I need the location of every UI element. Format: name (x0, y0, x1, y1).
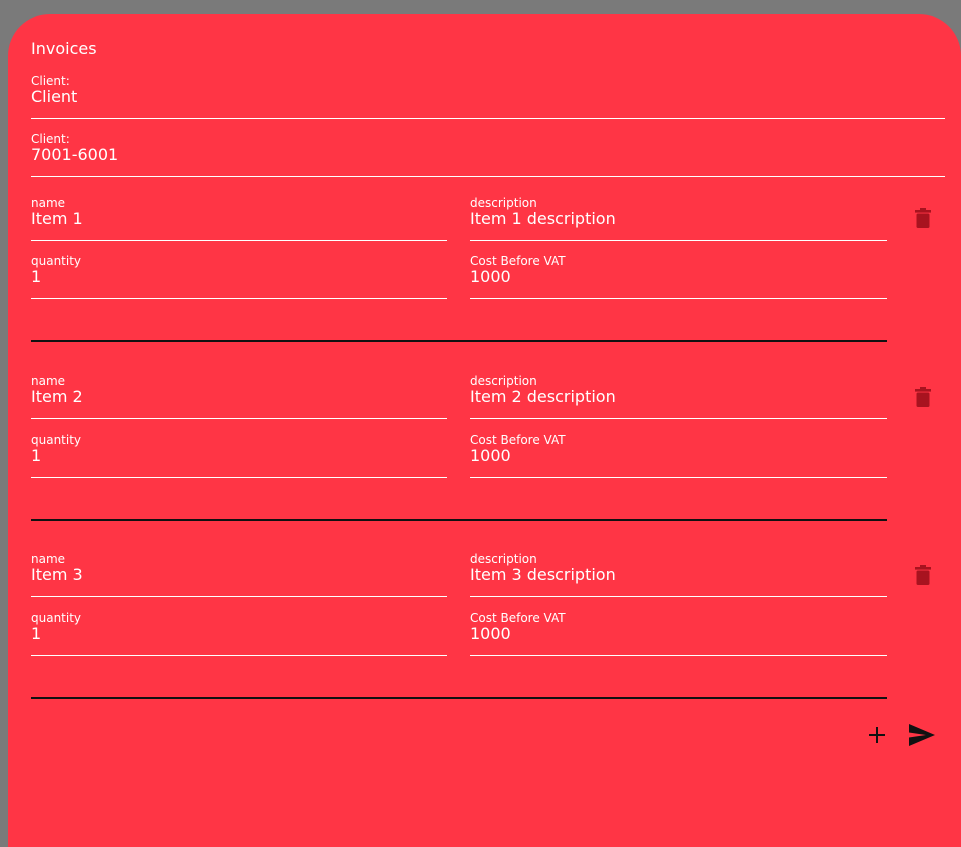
item-divider (31, 697, 887, 699)
item-name-value[interactable]: Item 1 (31, 208, 83, 230)
item-cost-field[interactable]: Cost Before VAT 1000 (470, 433, 887, 478)
item-quantity-field[interactable]: quantity 1 (31, 611, 447, 656)
item-cost-value[interactable]: 1000 (470, 445, 511, 467)
trash-icon (915, 387, 931, 407)
client-id-field[interactable]: Client: 7001-6001 (31, 132, 945, 177)
item-description-field[interactable]: description Item 2 description (470, 374, 887, 419)
item-divider (31, 519, 887, 521)
send-button[interactable] (906, 720, 938, 750)
item-name-field[interactable]: name Item 3 (31, 552, 447, 597)
item-description-field[interactable]: description Item 3 description (470, 552, 887, 597)
invoice-card: Invoices Client: Client Client: 7001-600… (8, 14, 961, 847)
item-description-value[interactable]: Item 1 description (470, 208, 616, 230)
page-title: Invoices (31, 39, 97, 58)
item-cost-field[interactable]: Cost Before VAT 1000 (470, 254, 887, 299)
add-item-button[interactable] (862, 722, 892, 748)
item-quantity-value[interactable]: 1 (31, 623, 41, 645)
client-id-value[interactable]: 7001-6001 (31, 144, 118, 166)
delete-item-button[interactable] (907, 204, 939, 232)
delete-item-button[interactable] (907, 383, 939, 411)
trash-icon (915, 208, 931, 228)
item-quantity-value[interactable]: 1 (31, 445, 41, 467)
item-description-value[interactable]: Item 3 description (470, 564, 616, 586)
send-icon (909, 724, 935, 746)
item-quantity-field[interactable]: quantity 1 (31, 433, 447, 478)
item-quantity-field[interactable]: quantity 1 (31, 254, 447, 299)
item-divider (31, 340, 887, 342)
item-cost-value[interactable]: 1000 (470, 266, 511, 288)
item-name-value[interactable]: Item 3 (31, 564, 83, 586)
item-cost-value[interactable]: 1000 (470, 623, 511, 645)
item-name-field[interactable]: name Item 2 (31, 374, 447, 419)
client-name-value[interactable]: Client (31, 86, 77, 108)
item-quantity-value[interactable]: 1 (31, 266, 41, 288)
trash-icon (915, 565, 931, 585)
delete-item-button[interactable] (907, 561, 939, 589)
item-name-field[interactable]: name Item 1 (31, 196, 447, 241)
item-cost-field[interactable]: Cost Before VAT 1000 (470, 611, 887, 656)
item-description-field[interactable]: description Item 1 description (470, 196, 887, 241)
plus-icon (869, 727, 885, 743)
client-name-field[interactable]: Client: Client (31, 74, 945, 119)
item-name-value[interactable]: Item 2 (31, 386, 83, 408)
item-description-value[interactable]: Item 2 description (470, 386, 616, 408)
